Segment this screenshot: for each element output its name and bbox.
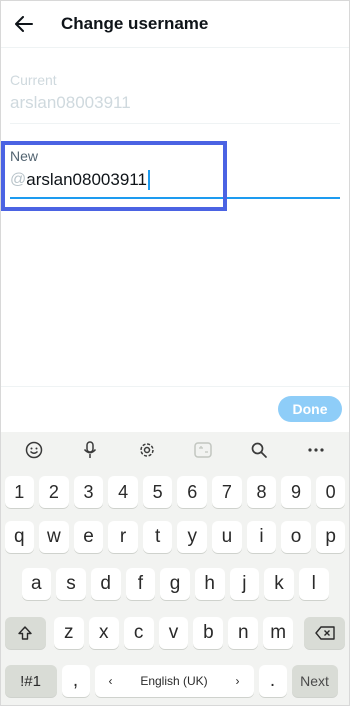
space-language-label: English (UK) [140,674,208,688]
done-button[interactable]: Done [278,396,342,422]
key-v[interactable]: v [158,617,189,649]
key-l[interactable]: l [298,568,329,600]
settings-icon[interactable] [132,435,162,465]
backspace-icon [314,626,335,640]
current-username-value: arslan08003911 [10,93,131,112]
microphone-icon[interactable] [75,435,105,465]
letter-row-2: a s d f g h j k l [0,568,350,600]
current-username-field: Current arslan08003911 [10,72,340,113]
letter-row-1: q w e r t y u i o p [0,521,350,553]
key-y[interactable]: y [177,521,208,553]
letter-row-3: z x c v b n m [0,617,350,649]
key-u[interactable]: u [212,521,242,553]
key-1[interactable]: 1 [4,476,35,508]
header-bar: Change username [0,0,350,48]
space-bar[interactable]: ‹ English (UK) › [94,665,254,697]
page-title: Change username [61,13,209,33]
key-a[interactable]: a [21,568,52,600]
key-j[interactable]: j [229,568,260,600]
key-k[interactable]: k [264,568,294,600]
key-e[interactable]: e [73,521,104,553]
key-z[interactable]: z [53,617,84,649]
translate-icon[interactable] [188,435,218,465]
key-m[interactable]: m [263,617,294,649]
key-8[interactable]: 8 [246,476,277,508]
key-c[interactable]: c [123,617,154,649]
focus-highlight-box [1,141,227,211]
period-key[interactable]: . [258,665,287,697]
key-9[interactable]: 9 [281,476,311,508]
key-h[interactable]: h [194,568,225,600]
key-n[interactable]: n [228,617,259,649]
arrow-left-icon [15,15,33,32]
keyboard: 1 2 3 4 5 6 7 8 9 0 q w e r t y u i o p … [0,432,350,706]
key-q[interactable]: q [4,521,35,553]
key-g[interactable]: g [160,568,190,600]
key-6[interactable]: 6 [177,476,208,508]
key-2[interactable]: 2 [39,476,69,508]
shift-icon [18,626,33,640]
bottom-row: !#1 , ‹ English (UK) › . Next [0,665,350,697]
key-i[interactable]: i [246,521,277,553]
comma-key[interactable]: , [61,665,90,697]
done-divider [0,386,350,387]
key-d[interactable]: d [90,568,121,600]
current-field-divider [10,123,340,124]
next-key[interactable]: Next [291,665,338,697]
keyboard-toolbar [0,432,350,468]
key-b[interactable]: b [193,617,224,649]
search-icon[interactable] [244,435,274,465]
shift-key[interactable] [4,617,47,649]
space-right-chevron-icon: › [235,674,240,688]
key-o[interactable]: o [281,521,311,553]
key-3[interactable]: 3 [73,476,104,508]
key-5[interactable]: 5 [142,476,173,508]
emoji-icon[interactable] [19,435,49,465]
back-button[interactable] [0,0,48,48]
key-7[interactable]: 7 [212,476,242,508]
more-icon[interactable] [301,435,331,465]
symbols-key[interactable]: !#1 [4,665,57,697]
key-s[interactable]: s [56,568,86,600]
key-0[interactable]: 0 [315,476,346,508]
key-t[interactable]: t [142,521,173,553]
space-left-chevron-icon: ‹ [108,674,113,688]
key-4[interactable]: 4 [108,476,138,508]
key-r[interactable]: r [108,521,138,553]
current-label: Current [10,72,57,88]
backspace-key[interactable] [303,617,346,649]
number-row: 1 2 3 4 5 6 7 8 9 0 [0,476,350,508]
key-f[interactable]: f [125,568,156,600]
key-p[interactable]: p [315,521,346,553]
key-w[interactable]: w [39,521,69,553]
key-x[interactable]: x [88,617,119,649]
